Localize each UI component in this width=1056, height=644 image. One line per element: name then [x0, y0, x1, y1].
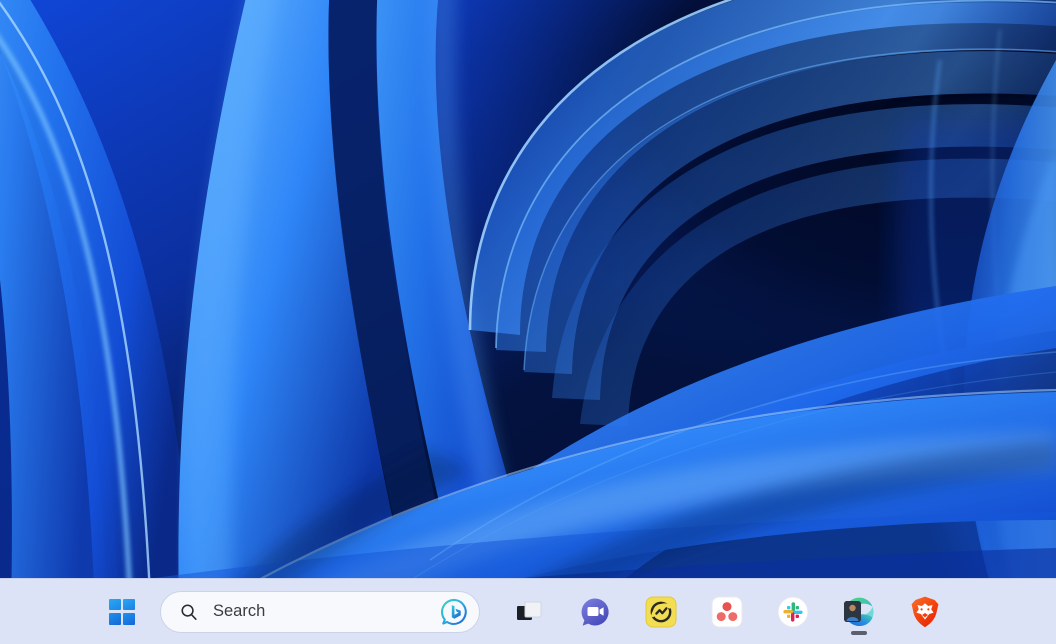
bing-chat-icon — [441, 598, 467, 625]
edge-running-indicator — [851, 631, 867, 635]
loom-icon — [645, 596, 677, 627]
brave-lion-icon — [911, 596, 939, 627]
desktop[interactable]: Search — [0, 0, 1056, 644]
start-button[interactable] — [98, 588, 146, 636]
sidebar-item-slack[interactable] — [769, 588, 817, 636]
taskbar[interactable]: Search — [0, 578, 1056, 644]
slack-icon — [777, 596, 809, 627]
windows-logo-icon — [109, 598, 135, 625]
taskbar-items-container: Search — [98, 579, 958, 644]
sidebar-item-chat[interactable] — [571, 588, 619, 636]
search-icon — [181, 603, 197, 620]
sidebar-item-task-view[interactable] — [505, 588, 553, 636]
search-input[interactable]: Search — [160, 590, 480, 633]
sidebar-item-loom[interactable] — [637, 588, 685, 636]
desktop-wallpaper — [0, 0, 1056, 644]
bing-chat-button[interactable] — [439, 596, 471, 628]
asana-icon — [711, 596, 743, 627]
edge-window-badge — [844, 600, 861, 622]
sidebar-item-edge[interactable] — [835, 588, 883, 636]
sidebar-item-asana[interactable] — [703, 588, 751, 636]
sidebar-item-brave[interactable] — [901, 588, 949, 636]
search-placeholder-text: Search — [213, 602, 266, 620]
task-view-icon — [517, 601, 542, 620]
teams-chat-icon — [581, 597, 609, 626]
